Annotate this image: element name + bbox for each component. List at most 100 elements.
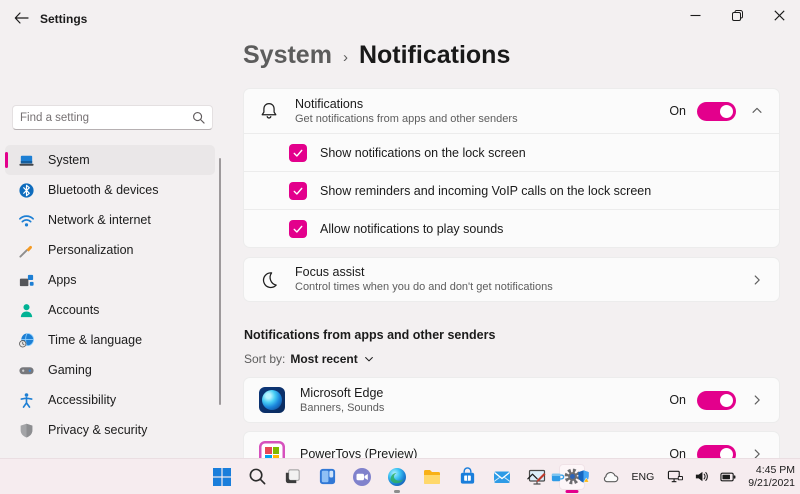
edge-notifications-toggle[interactable] (697, 391, 736, 410)
onedrive-cloud-icon (602, 470, 619, 483)
notifications-card: Notifications Get notifications from app… (243, 88, 780, 248)
sidebar-item-accounts[interactable]: Accounts (5, 295, 215, 325)
notifications-toggle-label: On (669, 104, 686, 118)
notifications-row[interactable]: Notifications Get notifications from app… (244, 89, 779, 134)
task-view-button[interactable] (279, 464, 305, 490)
tray-language-button[interactable]: ENG (628, 469, 659, 485)
laptop-icon (18, 152, 35, 169)
bluetooth-icon (18, 182, 35, 199)
file-explorer-button[interactable] (419, 464, 445, 490)
search-icon (248, 467, 267, 486)
focus-assist-card[interactable]: Focus assist Control times when you do a… (243, 257, 780, 302)
app-name: Microsoft Edge (300, 386, 384, 401)
sidebar-item-label: Bluetooth & devices (48, 183, 159, 197)
window-title: Settings (40, 12, 87, 26)
wifi-icon (18, 212, 35, 229)
globe-clock-icon (18, 332, 35, 349)
tray-battery-button[interactable] (718, 469, 738, 485)
start-button[interactable] (209, 464, 235, 490)
checkbox-show-notifications-lock-screen[interactable] (289, 144, 307, 162)
restore-icon (732, 10, 743, 21)
focus-assist-text: Focus assist Control times when you do a… (295, 265, 553, 294)
option-row-lock-screen[interactable]: Show notifications on the lock screen (244, 134, 779, 172)
tray-time: 4:45 PM (748, 464, 795, 477)
security-shield-icon (576, 469, 591, 484)
edge-button[interactable] (384, 464, 410, 490)
mail-icon (492, 467, 512, 487)
tray-onedrive-button[interactable] (600, 468, 621, 485)
widgets-button[interactable] (314, 464, 340, 490)
app-row-microsoft-edge[interactable]: Microsoft Edge Banners, Sounds On (243, 377, 780, 423)
close-icon (774, 10, 785, 21)
sidebar-item-bluetooth-devices[interactable]: Bluetooth & devices (5, 175, 215, 205)
check-icon (292, 223, 304, 235)
mail-button[interactable] (489, 464, 515, 490)
breadcrumb-separator: › (343, 46, 348, 66)
search-box[interactable] (12, 105, 213, 130)
battery-icon (720, 471, 736, 483)
bell-icon (259, 101, 279, 121)
tray-clock[interactable]: 4:45 PM 9/21/2021 (748, 464, 795, 489)
close-button[interactable] (758, 0, 800, 30)
chevron-right-icon (750, 273, 764, 287)
search-input[interactable] (20, 112, 192, 124)
notifications-toggle[interactable] (697, 102, 736, 121)
sidebar-item-accessibility[interactable]: Accessibility (5, 385, 215, 415)
store-button[interactable] (454, 464, 480, 490)
app-detail: Banners, Sounds (300, 402, 384, 415)
edge-app-icon (259, 387, 285, 413)
taskbar-search-button[interactable] (244, 464, 270, 490)
sidebar-item-time-language[interactable]: Time & language (5, 325, 215, 355)
chat-button[interactable] (349, 464, 375, 490)
maximize-button[interactable] (716, 0, 758, 30)
sidebar-item-gaming[interactable]: Gaming (5, 355, 215, 385)
apps-section-heading: Notifications from apps and other sender… (244, 328, 495, 342)
sidebar-scrollbar[interactable] (219, 158, 221, 405)
sort-label: Sort by: (244, 352, 285, 366)
minimize-button[interactable] (674, 0, 716, 30)
task-view-icon (283, 467, 302, 486)
tray-volume-button[interactable] (692, 467, 711, 486)
checkbox-label: Allow notifications to play sounds (320, 222, 503, 236)
tray-cup-app-button[interactable] (548, 467, 567, 486)
page-title: Notifications (359, 41, 510, 70)
sidebar-item-label: Time & language (48, 333, 142, 347)
taskbar: ENG 4:45 PM 9/21/2021 (0, 458, 800, 494)
sidebar-item-apps[interactable]: Apps (5, 265, 215, 295)
sidebar-item-label: Network & internet (48, 213, 151, 227)
checkbox-show-reminders-voip[interactable] (289, 182, 307, 200)
breadcrumb-system[interactable]: System (243, 41, 332, 70)
check-icon (292, 147, 304, 159)
option-row-play-sounds[interactable]: Allow notifications to play sounds (244, 210, 779, 248)
search-icon (192, 111, 205, 124)
checkbox-label: Show notifications on the lock screen (320, 146, 526, 160)
sidebar-item-label: Accessibility (48, 393, 116, 407)
checkbox-allow-sounds[interactable] (289, 220, 307, 238)
tray-security-button[interactable] (574, 467, 593, 486)
sidebar-item-label: Apps (48, 273, 77, 287)
chevron-up-icon[interactable] (750, 104, 764, 118)
tray-chevron-up-button[interactable] (524, 469, 541, 484)
sort-value: Most recent (290, 352, 357, 366)
start-icon (212, 467, 232, 487)
check-icon (292, 185, 304, 197)
app-toggle-label: On (669, 393, 686, 407)
network-icon (667, 469, 683, 484)
tray-date: 9/21/2021 (748, 477, 795, 490)
focus-assist-subtitle: Control times when you do and don't get … (295, 281, 553, 294)
sidebar-item-network-internet[interactable]: Network & internet (5, 205, 215, 235)
tray-network-button[interactable] (665, 467, 685, 486)
sidebar-item-privacy-security[interactable]: Privacy & security (5, 415, 215, 445)
sidebar-nav: System Bluetooth & devices Network & int… (5, 145, 215, 445)
accessibility-icon (18, 392, 35, 409)
option-row-reminders-voip[interactable]: Show reminders and incoming VoIP calls o… (244, 172, 779, 210)
back-button[interactable] (8, 7, 34, 29)
chat-icon (352, 467, 372, 487)
sidebar-item-personalization[interactable]: Personalization (5, 235, 215, 265)
sidebar-item-label: Privacy & security (48, 423, 147, 437)
sidebar-item-system[interactable]: System (5, 145, 215, 175)
notifications-subtitle: Get notifications from apps and other se… (295, 113, 518, 126)
sort-dropdown[interactable]: Sort by: Most recent (244, 352, 375, 366)
sidebar-item-label: Accounts (48, 303, 99, 317)
breadcrumb: System › Notifications (243, 41, 510, 70)
